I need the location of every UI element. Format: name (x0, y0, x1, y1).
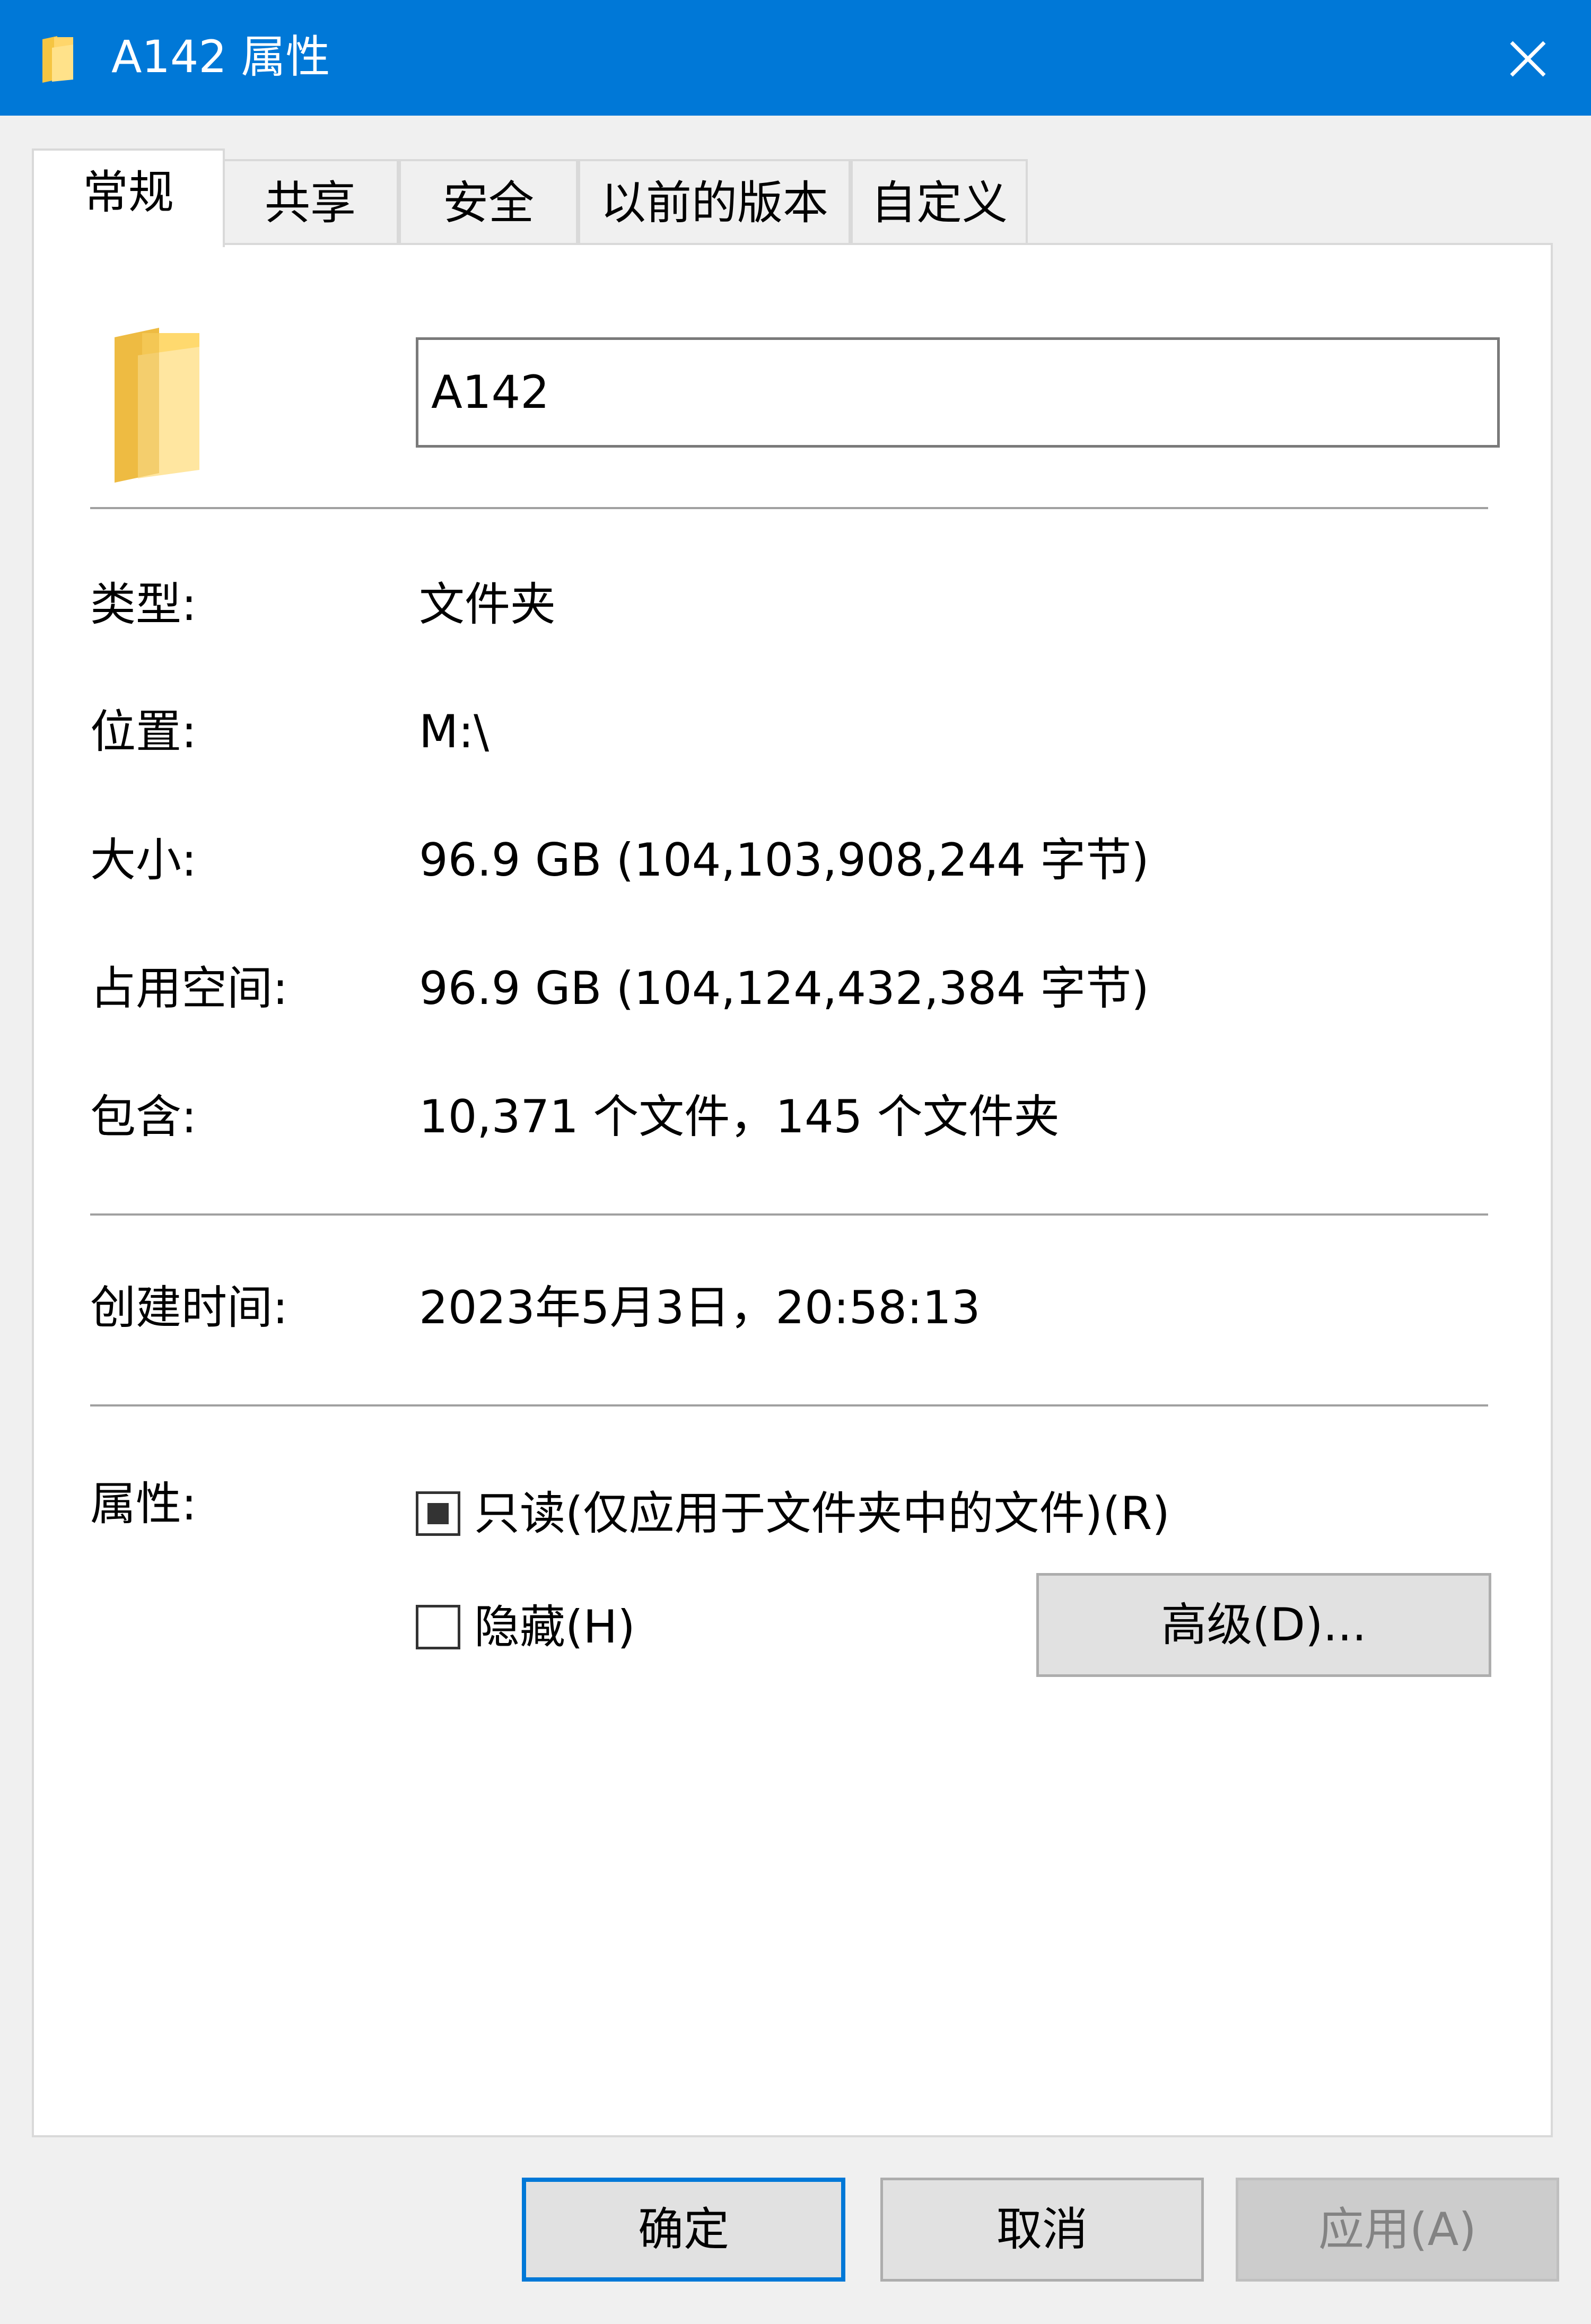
folder-icon (42, 36, 73, 83)
contains-value: 10,371 个文件，145 个文件夹 (419, 1090, 1060, 1143)
created-label: 创建时间: (90, 1281, 288, 1334)
type-label: 类型: (90, 578, 197, 631)
contains-label: 包含: (90, 1090, 197, 1143)
divider (90, 1404, 1488, 1406)
readonly-label[interactable]: 只读(仅应用于文件夹中的文件)(R) (474, 1482, 1170, 1545)
cancel-button[interactable]: 取消 (880, 2178, 1204, 2282)
location-value: M:\ (419, 705, 489, 758)
close-icon (1510, 41, 1546, 77)
apply-button[interactable]: 应用(A) (1236, 2178, 1559, 2282)
attributes-label: 属性: (90, 1478, 197, 1531)
close-button[interactable] (1480, 21, 1575, 95)
divider (90, 1213, 1488, 1216)
size-on-disk-label: 占用空间: (90, 962, 288, 1015)
tab-strip: 常规 共享 安全 以前的版本 自定义 (0, 148, 1591, 247)
tab-customize[interactable]: 自定义 (851, 159, 1028, 245)
size-on-disk-value: 96.9 GB (104,124,432,384 字节) (419, 962, 1149, 1015)
title-bar[interactable]: A142 属性 (0, 0, 1591, 116)
location-label: 位置: (90, 705, 197, 758)
general-panel (32, 243, 1553, 2137)
tab-general[interactable]: 常规 (32, 148, 225, 247)
created-value: 2023年5月3日，20:58:13 (419, 1281, 981, 1334)
hidden-label[interactable]: 隐藏(H) (474, 1595, 635, 1659)
ok-button[interactable]: 确定 (522, 2178, 845, 2282)
folder-icon (115, 328, 199, 483)
advanced-button[interactable]: 高级(D)... (1036, 1573, 1491, 1677)
window-title: A142 属性 (111, 31, 330, 83)
properties-window: A142 属性 常规 共享 安全 以前的版本 自定义 类型: 文件夹 位置: M… (0, 0, 1591, 2324)
size-value: 96.9 GB (104,103,908,244 字节) (419, 834, 1149, 887)
divider (90, 507, 1488, 509)
readonly-checkbox[interactable] (416, 1491, 460, 1536)
size-label: 大小: (90, 834, 197, 887)
tab-sharing[interactable]: 共享 (222, 159, 399, 245)
tab-security[interactable]: 安全 (399, 159, 578, 245)
tab-previous-versions[interactable]: 以前的版本 (578, 159, 851, 245)
type-value: 文件夹 (419, 578, 556, 631)
indeterminate-mark (427, 1503, 449, 1524)
folder-name-input[interactable] (416, 337, 1500, 448)
hidden-checkbox[interactable] (416, 1605, 460, 1649)
